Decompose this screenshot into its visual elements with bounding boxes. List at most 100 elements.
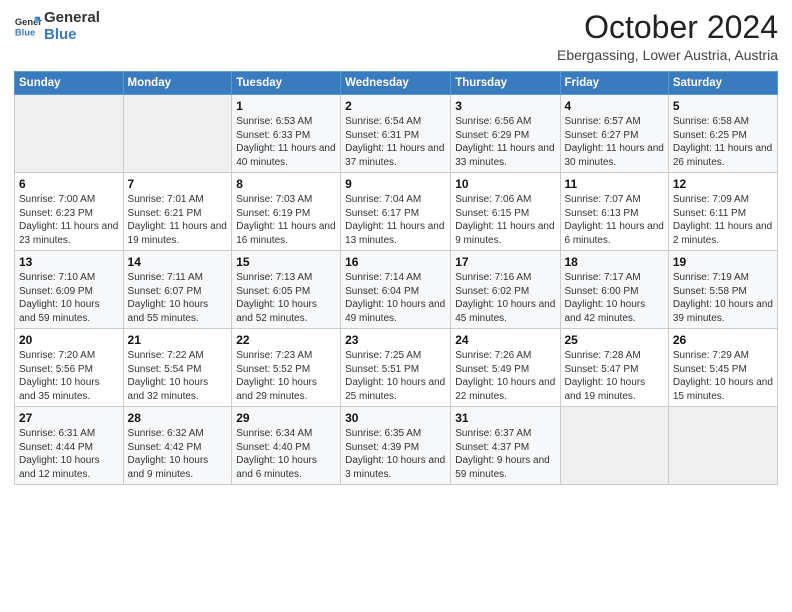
calendar-cell: 17 Sunrise: 7:16 AMSunset: 6:02 PMDayligh… bbox=[451, 251, 560, 329]
day-info: Sunrise: 6:57 AMSunset: 6:27 PMDaylight:… bbox=[565, 115, 664, 169]
calendar-cell: 13Sunrise: 7:10 AMSunset: 6:09 PMDayligh… bbox=[15, 251, 124, 329]
day-info: Sunrise: 7:26 AMSunset: 5:49 PMDaylight:… bbox=[455, 349, 555, 403]
day-number: 14 bbox=[128, 255, 228, 269]
day-number: 4 bbox=[565, 99, 664, 113]
calendar-week-2: 6Sunrise: 7:00 AMSunset: 6:23 PMDaylight… bbox=[15, 173, 778, 251]
logo: General Blue General Blue bbox=[14, 10, 100, 43]
header: General Blue General Blue October 2024 E… bbox=[14, 10, 778, 63]
day-number: 1 bbox=[236, 99, 336, 113]
calendar-cell: 26 Sunrise: 7:29 AMSunset: 5:45 PMDayligh… bbox=[668, 329, 777, 407]
calendar-cell: 2 Sunrise: 6:54 AMSunset: 6:31 PMDaylight… bbox=[341, 95, 451, 173]
day-info: Sunrise: 7:28 AMSunset: 5:47 PMDaylight:… bbox=[565, 349, 664, 403]
day-info: Sunrise: 6:37 AMSunset: 4:37 PMDaylight:… bbox=[455, 427, 555, 481]
day-info: Sunrise: 7:13 AMSunset: 6:05 PMDaylight:… bbox=[236, 271, 336, 325]
weekday-header-saturday: Saturday bbox=[668, 72, 777, 95]
calendar-cell: 23 Sunrise: 7:25 AMSunset: 5:51 PMDayligh… bbox=[341, 329, 451, 407]
calendar-week-1: 1 Sunrise: 6:53 AMSunset: 6:33 PMDaylight… bbox=[15, 95, 778, 173]
logo-text: General Blue bbox=[44, 10, 100, 43]
logo-line2: Blue bbox=[44, 27, 100, 44]
weekday-header-sunday: Sunday bbox=[15, 72, 124, 95]
day-number: 16 bbox=[345, 255, 446, 269]
day-info: Sunrise: 7:17 AMSunset: 6:00 PMDaylight:… bbox=[565, 271, 664, 325]
calendar-cell: 16 Sunrise: 7:14 AMSunset: 6:04 PMDayligh… bbox=[341, 251, 451, 329]
day-info: Sunrise: 6:54 AMSunset: 6:31 PMDaylight:… bbox=[345, 115, 446, 169]
calendar-week-4: 20 Sunrise: 7:20 AMSunset: 5:56 PMDayligh… bbox=[15, 329, 778, 407]
day-number: 2 bbox=[345, 99, 446, 113]
day-info: Sunrise: 7:29 AMSunset: 5:45 PMDaylight:… bbox=[673, 349, 773, 403]
day-number: 10 bbox=[455, 177, 555, 191]
day-number: 8 bbox=[236, 177, 336, 191]
day-number: 5 bbox=[673, 99, 773, 113]
calendar-cell: 18 Sunrise: 7:17 AMSunset: 6:00 PMDayligh… bbox=[560, 251, 668, 329]
day-number: 11 bbox=[565, 177, 664, 191]
day-info: Sunrise: 7:25 AMSunset: 5:51 PMDaylight:… bbox=[345, 349, 446, 403]
day-info: Sunrise: 6:56 AMSunset: 6:29 PMDaylight:… bbox=[455, 115, 555, 169]
calendar-cell: 1 Sunrise: 6:53 AMSunset: 6:33 PMDaylight… bbox=[232, 95, 341, 173]
day-info: Sunrise: 7:01 AMSunset: 6:21 PMDaylight:… bbox=[128, 193, 228, 247]
day-info: Sunrise: 7:22 AMSunset: 5:54 PMDaylight:… bbox=[128, 349, 228, 403]
calendar-cell: 20 Sunrise: 7:20 AMSunset: 5:56 PMDayligh… bbox=[15, 329, 124, 407]
calendar-cell: 25Sunrise: 7:28 AMSunset: 5:47 PMDayligh… bbox=[560, 329, 668, 407]
day-info: Sunrise: 7:14 AMSunset: 6:04 PMDaylight:… bbox=[345, 271, 446, 325]
calendar-cell: 4 Sunrise: 6:57 AMSunset: 6:27 PMDaylight… bbox=[560, 95, 668, 173]
day-info: Sunrise: 7:16 AMSunset: 6:02 PMDaylight:… bbox=[455, 271, 555, 325]
day-info: Sunrise: 6:35 AMSunset: 4:39 PMDaylight:… bbox=[345, 427, 446, 481]
day-number: 18 bbox=[565, 255, 664, 269]
calendar-cell: 11 Sunrise: 7:07 AMSunset: 6:13 PMDayligh… bbox=[560, 173, 668, 251]
calendar-cell bbox=[123, 95, 232, 173]
calendar-cell: 7Sunrise: 7:01 AMSunset: 6:21 PMDaylight… bbox=[123, 173, 232, 251]
weekday-header-wednesday: Wednesday bbox=[341, 72, 451, 95]
day-number: 24 bbox=[455, 333, 555, 347]
day-info: Sunrise: 7:10 AMSunset: 6:09 PMDaylight:… bbox=[19, 271, 119, 325]
day-number: 17 bbox=[455, 255, 555, 269]
day-number: 29 bbox=[236, 411, 336, 425]
day-number: 19 bbox=[673, 255, 773, 269]
calendar-cell: 5Sunrise: 6:58 AMSunset: 6:25 PMDaylight… bbox=[668, 95, 777, 173]
day-info: Sunrise: 7:07 AMSunset: 6:13 PMDaylight:… bbox=[565, 193, 664, 247]
day-number: 9 bbox=[345, 177, 446, 191]
day-info: Sunrise: 6:53 AMSunset: 6:33 PMDaylight:… bbox=[236, 115, 336, 169]
day-info: Sunrise: 7:04 AMSunset: 6:17 PMDaylight:… bbox=[345, 193, 446, 247]
day-info: Sunrise: 7:06 AMSunset: 6:15 PMDaylight:… bbox=[455, 193, 555, 247]
day-number: 3 bbox=[455, 99, 555, 113]
weekday-header-thursday: Thursday bbox=[451, 72, 560, 95]
calendar-cell: 12Sunrise: 7:09 AMSunset: 6:11 PMDayligh… bbox=[668, 173, 777, 251]
day-number: 6 bbox=[19, 177, 119, 191]
day-number: 23 bbox=[345, 333, 446, 347]
day-number: 20 bbox=[19, 333, 119, 347]
calendar-cell bbox=[668, 407, 777, 485]
weekday-header-tuesday: Tuesday bbox=[232, 72, 341, 95]
calendar-cell: 9 Sunrise: 7:04 AMSunset: 6:17 PMDaylight… bbox=[341, 173, 451, 251]
calendar-cell: 31 Sunrise: 6:37 AMSunset: 4:37 PMDayligh… bbox=[451, 407, 560, 485]
calendar-cell: 10 Sunrise: 7:06 AMSunset: 6:15 PMDayligh… bbox=[451, 173, 560, 251]
day-number: 27 bbox=[19, 411, 119, 425]
day-info: Sunrise: 6:31 AMSunset: 4:44 PMDaylight:… bbox=[19, 427, 119, 481]
day-number: 26 bbox=[673, 333, 773, 347]
weekday-header-friday: Friday bbox=[560, 72, 668, 95]
location-title: Ebergassing, Lower Austria, Austria bbox=[557, 47, 778, 63]
calendar-cell: 21 Sunrise: 7:22 AMSunset: 5:54 PMDayligh… bbox=[123, 329, 232, 407]
calendar-cell bbox=[560, 407, 668, 485]
day-number: 31 bbox=[455, 411, 555, 425]
calendar-cell: 19Sunrise: 7:19 AMSunset: 5:58 PMDayligh… bbox=[668, 251, 777, 329]
calendar-cell: 30 Sunrise: 6:35 AMSunset: 4:39 PMDayligh… bbox=[341, 407, 451, 485]
day-number: 21 bbox=[128, 333, 228, 347]
calendar-week-5: 27 Sunrise: 6:31 AMSunset: 4:44 PMDayligh… bbox=[15, 407, 778, 485]
day-info: Sunrise: 7:23 AMSunset: 5:52 PMDaylight:… bbox=[236, 349, 336, 403]
day-info: Sunrise: 7:20 AMSunset: 5:56 PMDaylight:… bbox=[19, 349, 119, 403]
day-info: Sunrise: 6:32 AMSunset: 4:42 PMDaylight:… bbox=[128, 427, 228, 481]
calendar-cell: 22Sunrise: 7:23 AMSunset: 5:52 PMDayligh… bbox=[232, 329, 341, 407]
calendar-cell bbox=[15, 95, 124, 173]
day-info: Sunrise: 7:11 AMSunset: 6:07 PMDaylight:… bbox=[128, 271, 228, 325]
day-number: 28 bbox=[128, 411, 228, 425]
day-number: 12 bbox=[673, 177, 773, 191]
weekday-header-monday: Monday bbox=[123, 72, 232, 95]
calendar: SundayMondayTuesdayWednesdayThursdayFrid… bbox=[14, 71, 778, 485]
svg-text:Blue: Blue bbox=[15, 27, 35, 37]
day-info: Sunrise: 7:03 AMSunset: 6:19 PMDaylight:… bbox=[236, 193, 336, 247]
calendar-cell: 3 Sunrise: 6:56 AMSunset: 6:29 PMDaylight… bbox=[451, 95, 560, 173]
day-number: 15 bbox=[236, 255, 336, 269]
calendar-cell: 15 Sunrise: 7:13 AMSunset: 6:05 PMDayligh… bbox=[232, 251, 341, 329]
day-number: 30 bbox=[345, 411, 446, 425]
calendar-cell: 14 Sunrise: 7:11 AMSunset: 6:07 PMDayligh… bbox=[123, 251, 232, 329]
